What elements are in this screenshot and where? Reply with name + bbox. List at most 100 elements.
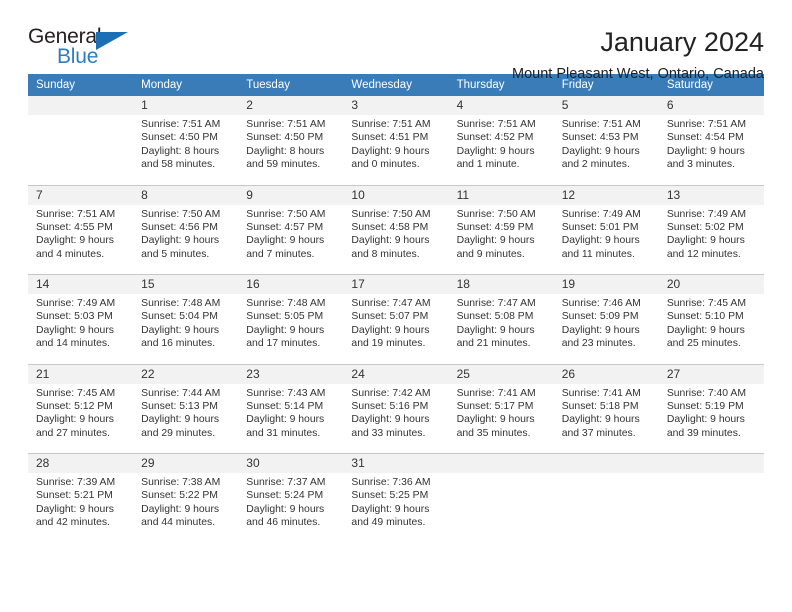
day-daylight-2-text: and 35 minutes.: [456, 427, 531, 439]
day-details-cell[interactable]: Sunrise: 7:48 AM Sunset: 5:05 PM Daylight:…: [238, 294, 344, 362]
day-details-cell[interactable]: Sunrise: 7:49 AM Sunset: 5:01 PM Daylight:…: [553, 204, 659, 273]
day-daylight-1-text: Daylight: 9 hours: [561, 235, 640, 247]
day-sunset-text: Sunset: 5:21 PM: [36, 490, 113, 502]
day-number-cell[interactable]: 10: [343, 185, 449, 205]
day-number-cell[interactable]: 8: [133, 185, 239, 205]
day-details-cell[interactable]: Sunrise: 7:51 AM Sunset: 4:50 PM Daylight:…: [133, 115, 239, 183]
brand-logo[interactable]: General Blue: [28, 26, 148, 72]
day-details-cell[interactable]: Sunrise: 7:45 AM Sunset: 5:10 PM Daylight:…: [658, 294, 764, 362]
day-details-cell[interactable]: Sunrise: 7:51 AM Sunset: 4:54 PM Daylight:…: [658, 115, 764, 183]
week-details-row: Sunrise: 7:51 AM Sunset: 4:50 PM Daylight:…: [28, 115, 764, 183]
day-number-cell[interactable]: 22: [133, 364, 239, 384]
day-sunrise-text: Sunrise: 7:51 AM: [141, 119, 221, 130]
day-number-cell[interactable]: 15: [133, 274, 239, 294]
day-details-cell[interactable]: Sunrise: 7:44 AM Sunset: 5:13 PM Daylight:…: [133, 383, 239, 452]
day-number-cell[interactable]: 14: [28, 274, 134, 294]
day-details-cell[interactable]: Sunrise: 7:51 AM Sunset: 4:51 PM Daylight:…: [343, 115, 449, 183]
day-details-cell[interactable]: Sunrise: 7:46 AM Sunset: 5:09 PM Daylight:…: [553, 294, 659, 362]
day-number-cell[interactable]: 16: [238, 274, 344, 294]
day-details-cell[interactable]: Sunrise: 7:50 AM Sunset: 4:58 PM Daylight:…: [343, 204, 449, 273]
week-daynumber-row: 7 8 9 10 11 12 13: [28, 185, 764, 205]
day-sunrise-text: Sunrise: 7:39 AM: [36, 477, 116, 488]
day-number-cell[interactable]: 12: [553, 185, 659, 205]
day-daylight-2-text: and 49 minutes.: [351, 517, 426, 529]
day-details-cell[interactable]: Sunrise: 7:47 AM Sunset: 5:08 PM Daylight:…: [448, 294, 554, 362]
day-number-cell[interactable]: 27: [658, 364, 764, 384]
day-number-cell[interactable]: 13: [658, 185, 764, 205]
day-details-cell[interactable]: Sunrise: 7:49 AM Sunset: 5:03 PM Daylight:…: [28, 294, 134, 362]
day-number-cell[interactable]: 28: [28, 453, 134, 473]
day-details-cell[interactable]: Sunrise: 7:38 AM Sunset: 5:22 PM Daylight:…: [133, 473, 239, 541]
day-details-cell[interactable]: Sunrise: 7:50 AM Sunset: 4:57 PM Daylight:…: [238, 204, 344, 273]
day-sunset-text: Sunset: 4:50 PM: [141, 132, 218, 144]
day-number-cell[interactable]: 25: [448, 364, 554, 384]
day-number-cell[interactable]: 30: [238, 453, 344, 473]
day-details-cell[interactable]: Sunrise: 7:51 AM Sunset: 4:50 PM Daylight:…: [238, 115, 344, 183]
day-daylight-2-text: and 9 minutes.: [456, 248, 525, 260]
empty-details-cell: [28, 115, 134, 183]
day-number-cell[interactable]: 6: [658, 96, 764, 115]
day-sunset-text: Sunset: 4:51 PM: [351, 132, 429, 144]
day-number-cell[interactable]: 11: [448, 185, 554, 205]
day-details-cell[interactable]: Sunrise: 7:36 AM Sunset: 5:25 PM Daylight:…: [343, 473, 449, 541]
day-details-cell[interactable]: Sunrise: 7:43 AM Sunset: 5:14 PM Daylight:…: [238, 383, 344, 452]
day-number-cell[interactable]: 17: [343, 274, 449, 294]
day-number-cell[interactable]: 3: [343, 96, 449, 115]
day-daylight-1-text: Daylight: 9 hours: [456, 145, 535, 157]
day-daylight-2-text: and 37 minutes.: [561, 427, 636, 439]
day-daylight-2-text: and 25 minutes.: [666, 338, 741, 350]
day-daylight-2-text: and 31 minutes.: [246, 427, 321, 439]
day-details-cell[interactable]: Sunrise: 7:50 AM Sunset: 4:56 PM Daylight:…: [133, 204, 239, 273]
day-details-cell[interactable]: Sunrise: 7:51 AM Sunset: 4:55 PM Daylight:…: [28, 204, 134, 273]
day-daylight-2-text: and 8 minutes.: [351, 248, 420, 260]
day-daylight-1-text: Daylight: 9 hours: [141, 414, 220, 426]
weekday-header-monday: Monday: [133, 74, 239, 96]
day-daylight-1-text: Daylight: 9 hours: [456, 324, 535, 336]
day-daylight-2-text: and 23 minutes.: [561, 338, 636, 350]
day-details-cell[interactable]: Sunrise: 7:48 AM Sunset: 5:04 PM Daylight:…: [133, 294, 239, 362]
day-details-cell[interactable]: Sunrise: 7:37 AM Sunset: 5:24 PM Daylight:…: [238, 473, 344, 541]
day-number-cell[interactable]: 18: [448, 274, 554, 294]
day-sunrise-text: Sunrise: 7:36 AM: [351, 477, 431, 488]
day-number-cell[interactable]: 4: [448, 96, 554, 115]
day-number-cell[interactable]: 5: [553, 96, 659, 115]
day-daylight-1-text: Daylight: 9 hours: [456, 235, 535, 247]
day-daylight-1-text: Daylight: 9 hours: [351, 145, 430, 157]
day-number-cell[interactable]: 2: [238, 96, 344, 115]
day-details-cell[interactable]: Sunrise: 7:45 AM Sunset: 5:12 PM Daylight:…: [28, 383, 134, 452]
day-number-cell[interactable]: 31: [343, 453, 449, 473]
day-number-cell[interactable]: 20: [658, 274, 764, 294]
day-number-cell[interactable]: 26: [553, 364, 659, 384]
day-daylight-1-text: Daylight: 8 hours: [246, 145, 325, 157]
weekday-header-sunday: Sunday: [28, 74, 134, 96]
day-number-cell[interactable]: 9: [238, 185, 344, 205]
day-number-cell[interactable]: 1: [133, 96, 239, 115]
day-sunset-text: Sunset: 5:09 PM: [561, 311, 639, 323]
day-sunset-text: Sunset: 5:17 PM: [456, 400, 534, 412]
week-daynumber-row: 123456: [28, 96, 764, 115]
day-sunset-text: Sunset: 5:12 PM: [36, 400, 113, 412]
day-number-cell[interactable]: 7: [28, 185, 134, 205]
day-number-cell[interactable]: 29: [133, 453, 239, 473]
day-details-cell[interactable]: Sunrise: 7:50 AM Sunset: 4:59 PM Daylight:…: [448, 204, 554, 273]
day-details-cell[interactable]: Sunrise: 7:39 AM Sunset: 5:21 PM Daylight:…: [28, 473, 134, 541]
day-sunrise-text: Sunrise: 7:51 AM: [456, 119, 536, 130]
day-number-cell[interactable]: 24: [343, 364, 449, 384]
day-sunrise-text: Sunrise: 7:49 AM: [561, 208, 641, 220]
day-details-cell[interactable]: Sunrise: 7:40 AM Sunset: 5:19 PM Daylight:…: [658, 383, 764, 452]
day-sunset-text: Sunset: 4:52 PM: [456, 132, 534, 144]
day-details-cell[interactable]: Sunrise: 7:51 AM Sunset: 4:52 PM Daylight:…: [448, 115, 554, 183]
day-details-cell[interactable]: Sunrise: 7:41 AM Sunset: 5:18 PM Daylight:…: [553, 383, 659, 452]
week-details-row: Sunrise: 7:45 AM Sunset: 5:12 PM Daylight:…: [28, 383, 764, 452]
day-details-cell[interactable]: Sunrise: 7:51 AM Sunset: 4:53 PM Daylight:…: [553, 115, 659, 183]
day-number-cell[interactable]: 21: [28, 364, 134, 384]
day-details-cell[interactable]: Sunrise: 7:41 AM Sunset: 5:17 PM Daylight:…: [448, 383, 554, 452]
day-details-cell[interactable]: Sunrise: 7:49 AM Sunset: 5:02 PM Daylight:…: [658, 204, 764, 273]
day-sunrise-text: Sunrise: 7:41 AM: [456, 387, 536, 399]
day-details-cell[interactable]: Sunrise: 7:47 AM Sunset: 5:07 PM Daylight:…: [343, 294, 449, 362]
day-details-cell[interactable]: Sunrise: 7:42 AM Sunset: 5:16 PM Daylight:…: [343, 383, 449, 452]
day-number-cell[interactable]: 19: [553, 274, 659, 294]
day-number-cell[interactable]: 23: [238, 364, 344, 384]
page-header: General Blue January 2024 Mount Pleasant…: [28, 0, 764, 83]
day-daylight-2-text: and 44 minutes.: [141, 517, 216, 529]
